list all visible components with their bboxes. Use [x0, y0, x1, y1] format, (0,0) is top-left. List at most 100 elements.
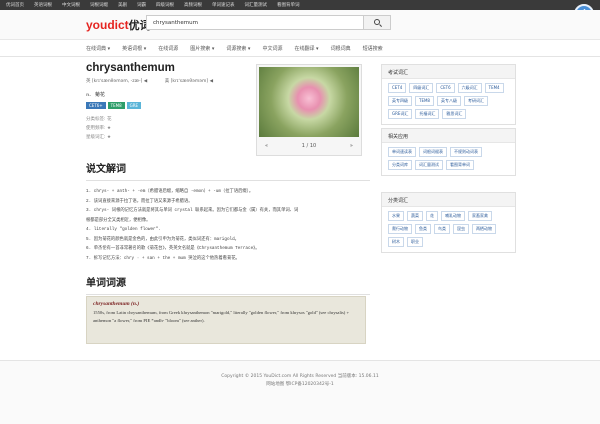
nav-item[interactable]: 在线翻译 ▾: [294, 45, 318, 52]
top-link[interactable]: 优词首页: [6, 2, 24, 8]
category-vocab-panel: 分类词汇 水果 蔬菜 花 哺乳动物 家畜家禽 爬行动物 鱼类 鸟类 昆虫 两栖动…: [381, 192, 516, 253]
related-apps-panel: 相关应用 单词速读表 词根词缀表 不规则动词表 分类词库 词汇量测试 看图背单词: [381, 128, 516, 176]
panel-link[interactable]: 蔬菜: [407, 211, 423, 221]
top-link[interactable]: 词根词缀: [90, 2, 108, 8]
panel-link[interactable]: 词汇量测试: [415, 160, 443, 170]
panel-link[interactable]: 不规则动词表: [450, 147, 482, 157]
top-link[interactable]: 词霸: [137, 2, 146, 8]
prev-image-button[interactable]: «: [265, 143, 268, 149]
origin-head: chrysanthemum (n.): [93, 301, 140, 307]
tag-badge[interactable]: CET6+: [86, 102, 106, 109]
list-item: 6. 单杰伦有一首非常著名的歌《菊花台》，英英文名就是《Chrysanthemu…: [86, 246, 260, 251]
panel-link[interactable]: TEM8: [415, 96, 434, 106]
top-link[interactable]: 四级词根: [156, 2, 174, 8]
section-title: 说文解词: [86, 164, 126, 175]
top-link[interactable]: 词汇量测试: [245, 2, 268, 8]
panel-links: 单词速读表 词根词缀表 不规则动词表 分类词库 词汇量测试 看图背单词: [382, 143, 515, 175]
list-item: 7. 拆写记忆方法：chry · + san + the + mum 哭泣的这个…: [86, 255, 240, 261]
top-link[interactable]: 看图背单词: [277, 2, 300, 8]
image-page-indicator: 1 / 10: [301, 143, 317, 149]
top-link[interactable]: 美剧: [118, 2, 127, 8]
panel-link[interactable]: CET6: [436, 83, 455, 93]
list-item: 5. 因为菊花的颜色就是金色的，由此引申为为菊花，类似词还有：marigold。: [86, 236, 239, 242]
list-item: 根都是部分全又类相近，便相像。: [86, 217, 151, 223]
panel-title: 考试词汇: [382, 65, 515, 79]
carousel-pager: « 1 / 10 »: [257, 143, 361, 149]
nav-item[interactable]: 中文词源: [262, 45, 282, 52]
panel-link[interactable]: 爬行动物: [388, 224, 412, 234]
panel-link[interactable]: 两栖动物: [472, 224, 496, 234]
definition-text: 菊花: [94, 92, 105, 98]
divider: [86, 180, 370, 181]
panel-link[interactable]: 英专八级: [436, 96, 461, 106]
panel-link[interactable]: 树木: [388, 237, 404, 247]
panel-title: 相关应用: [382, 129, 515, 143]
panel-link[interactable]: TEM4: [484, 83, 504, 93]
panel-link[interactable]: CET4: [388, 83, 407, 93]
nav-item[interactable]: 英语词根 ▾: [122, 45, 146, 52]
nav-item[interactable]: 词根词典: [331, 45, 351, 52]
panel-link[interactable]: 雅思词汇: [442, 109, 467, 119]
panel-link[interactable]: 看图背单词: [446, 160, 474, 170]
top-bar: 优词首页 英语词根 中文词根 词根词缀 美剧 词霸 四级词根 高频词根 单词速记…: [0, 0, 600, 10]
copyright-text: Copyright © 2015 YouDict.com All Rights …: [221, 374, 379, 379]
panel-title: 分类词汇: [382, 193, 515, 207]
panel-link[interactable]: 水果: [388, 211, 404, 221]
search-input[interactable]: chrysanthemum: [146, 15, 364, 30]
flower-image: [259, 67, 359, 137]
panel-link[interactable]: 四级词汇: [409, 83, 434, 93]
top-link[interactable]: 英语词根: [34, 2, 52, 8]
search-button[interactable]: [364, 15, 391, 30]
phonetic-uk[interactable]: 英 [krɪˈsænθəməm, -zæ-] ◀: [86, 79, 147, 84]
phonetic-us[interactable]: 美 [krɪˈsænθəməm] ◀: [165, 79, 213, 84]
etymology-list: 1. chrys- + anth- + -em（希腊语后缀，缩略自 -emon）…: [86, 187, 370, 263]
panel-link[interactable]: 词根词缀表: [419, 147, 447, 157]
footer: Copyright © 2015 YouDict.com All Rights …: [0, 360, 600, 424]
panel-link[interactable]: 鱼类: [415, 224, 431, 234]
panel-link[interactable]: 职业: [407, 237, 423, 247]
panel-link[interactable]: 托福词汇: [415, 109, 440, 119]
image-carousel: « 1 / 10 »: [256, 64, 362, 156]
panel-link[interactable]: 家畜家禽: [468, 211, 492, 221]
panel-link[interactable]: 英专四级: [388, 96, 412, 106]
nav-item[interactable]: 词源搜索 ▾: [226, 45, 250, 52]
panel-link[interactable]: 考研词汇: [463, 96, 488, 106]
search-icon: [374, 19, 380, 25]
panel-link[interactable]: 花: [426, 211, 438, 221]
list-item: 3. chrys- 词根的记忆方法就是将其与单词 crystal 联系起来。因为…: [86, 208, 299, 213]
panel-link[interactable]: 单词速读表: [388, 147, 416, 157]
panel-link[interactable]: 分类词库: [388, 160, 412, 170]
panel-links: CET4 四级词汇 CET6 六级词汇 TEM4 英专四级 TEM8 英专八级 …: [382, 79, 515, 124]
panel-link[interactable]: 哺乳动物: [441, 211, 465, 221]
footer-links[interactable]: 网站地图 鄂ICP备12020342号-1: [0, 381, 600, 387]
top-link[interactable]: 中文词根: [62, 2, 80, 8]
next-image-button[interactable]: »: [350, 143, 353, 149]
panel-link[interactable]: 鸟类: [434, 224, 450, 234]
nav-item[interactable]: 图片搜索 ▾: [190, 45, 214, 52]
nav-item[interactable]: 短语搜索: [363, 45, 383, 52]
etymology-section: 说文解词 1. chrys- + anth- + -em（希腊语后缀，缩略自 -…: [86, 160, 370, 263]
panel-link[interactable]: 昆虫: [453, 224, 469, 234]
section-title: 单词词源: [86, 278, 126, 289]
part-of-speech: n.: [86, 93, 91, 98]
top-link[interactable]: 单词速记表: [212, 2, 235, 8]
logo-brand: youdict: [86, 18, 129, 32]
origin-body: 1550s, from Latin chrysanthemum, from Gr…: [93, 310, 350, 323]
panel-links: 水果 蔬菜 花 哺乳动物 家畜家禽 爬行动物 鱼类 鸟类 昆虫 两栖动物 树木 …: [382, 207, 515, 252]
top-link[interactable]: 高频词根: [184, 2, 202, 8]
panel-link[interactable]: 六级词汇: [457, 83, 482, 93]
exam-vocab-panel: 考试词汇 CET4 四级词汇 CET6 六级词汇 TEM4 英专四级 TEM8 …: [381, 64, 516, 125]
site-logo[interactable]: youdict优词: [86, 17, 151, 33]
list-item: 1. chrys- + anth- + -em（希腊语后缀，缩略自 -emon）…: [86, 189, 254, 194]
panel-link[interactable]: GRE词汇: [388, 109, 413, 119]
list-item: 2. 该词直接来源于拉丁语，而拉丁语又来源于希腊语。: [86, 198, 193, 204]
list-item: 4. literally "golden flower".: [86, 227, 161, 232]
word-origin-section: 单词词源: [86, 274, 370, 295]
nav-item[interactable]: 在线词典 ▾: [86, 45, 110, 52]
main-nav: 在线词典 ▾ 英语词根 ▾ 在线词源 图片搜索 ▾ 词源搜索 ▾ 中文词源 在线…: [0, 40, 600, 57]
divider: [86, 294, 370, 295]
tag-badge[interactable]: GRE: [126, 102, 142, 109]
nav-item[interactable]: 在线词源: [158, 45, 178, 52]
origin-box: chrysanthemum (n.) 1550s, from Latin chr…: [86, 296, 366, 344]
tag-badge[interactable]: TEM8: [107, 102, 125, 109]
